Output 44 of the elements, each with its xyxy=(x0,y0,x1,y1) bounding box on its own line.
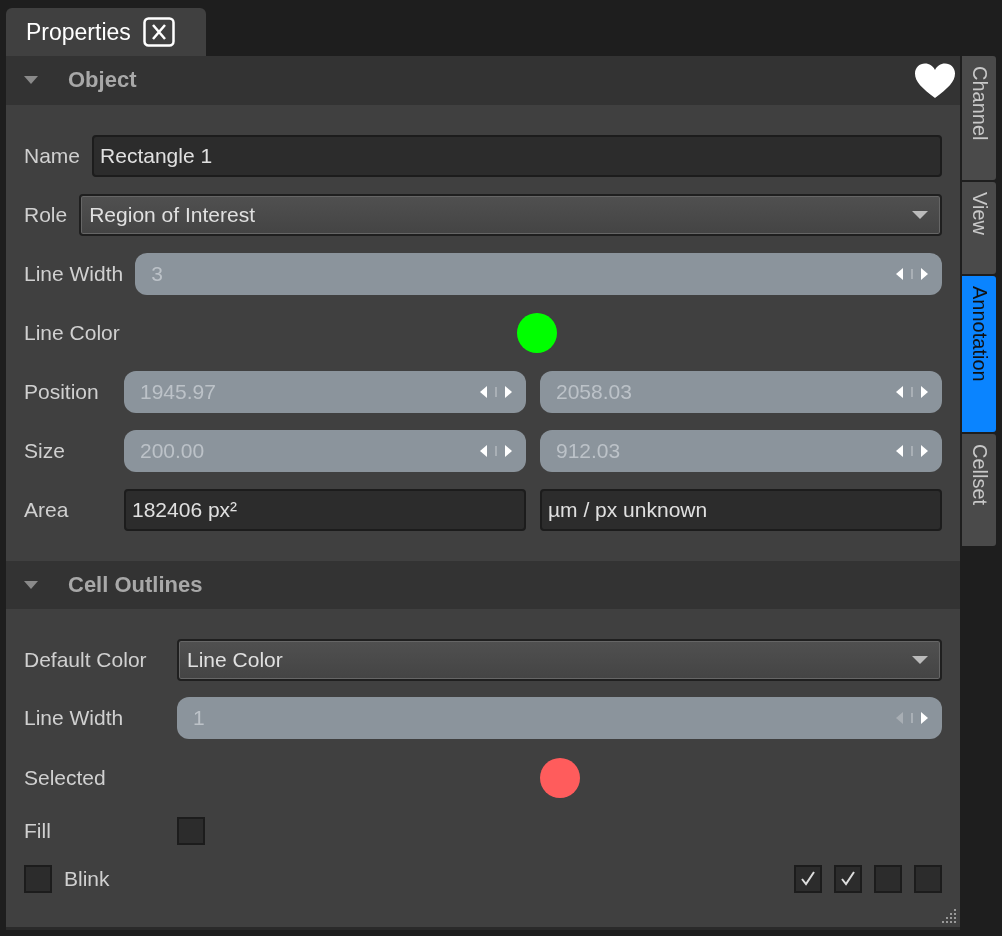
section-header[interactable]: Cell Outlines xyxy=(6,560,960,609)
field-label: Size xyxy=(24,438,66,463)
color-swatch[interactable] xyxy=(516,312,557,353)
stepper-arrows-icon[interactable] xyxy=(894,442,930,459)
stepper-arrows-icon[interactable] xyxy=(478,383,514,400)
section-header[interactable]: Object xyxy=(6,56,960,105)
caret-icon xyxy=(912,655,928,665)
side-tab[interactable]: Channel xyxy=(962,56,996,180)
field-label: Selected xyxy=(24,766,107,790)
field-label: Default Color xyxy=(24,648,148,672)
section-title: Object xyxy=(68,67,137,94)
color-swatch[interactable] xyxy=(539,758,580,798)
section-title: Cell Outlines xyxy=(68,571,203,598)
close-icon[interactable] xyxy=(142,17,175,47)
side-tab[interactable]: Cellset xyxy=(962,434,996,546)
checkbox[interactable] xyxy=(834,865,862,893)
checkbox[interactable] xyxy=(874,865,902,893)
checkbox[interactable] xyxy=(24,865,52,893)
properties-tab[interactable]: Properties xyxy=(6,8,206,56)
checkbox[interactable] xyxy=(794,865,822,893)
text-field[interactable]: 182406 px² xyxy=(124,488,526,531)
heart-icon[interactable] xyxy=(914,63,956,99)
field-label: Role xyxy=(24,202,68,227)
stepper-arrows-icon[interactable] xyxy=(894,383,930,400)
field-label: Fill xyxy=(24,819,52,843)
side-tab[interactable]: Annotation xyxy=(962,276,996,432)
field-label: Line Width xyxy=(24,261,124,286)
dropdown[interactable]: Region of Interest xyxy=(79,193,942,236)
checkbox[interactable] xyxy=(177,817,205,845)
field-label: Name xyxy=(24,143,81,168)
tab-label: Properties xyxy=(26,18,131,46)
field-label: Line Color xyxy=(24,320,120,345)
field-label: Blink xyxy=(64,867,110,891)
field-label: Position xyxy=(24,379,100,404)
text-field[interactable]: Rectangle 1 xyxy=(92,134,942,177)
field-label: Area xyxy=(24,497,70,522)
caret-icon xyxy=(912,209,928,220)
checkbox[interactable] xyxy=(914,865,942,893)
dropdown[interactable]: Line Color xyxy=(177,639,942,681)
stepper-arrows-icon[interactable] xyxy=(894,265,930,282)
field-label: Line Width xyxy=(24,706,125,730)
stepper-arrows-icon[interactable] xyxy=(478,442,514,459)
side-tab[interactable]: View xyxy=(962,182,996,274)
text-field[interactable]: µm / px unknown xyxy=(540,488,942,531)
